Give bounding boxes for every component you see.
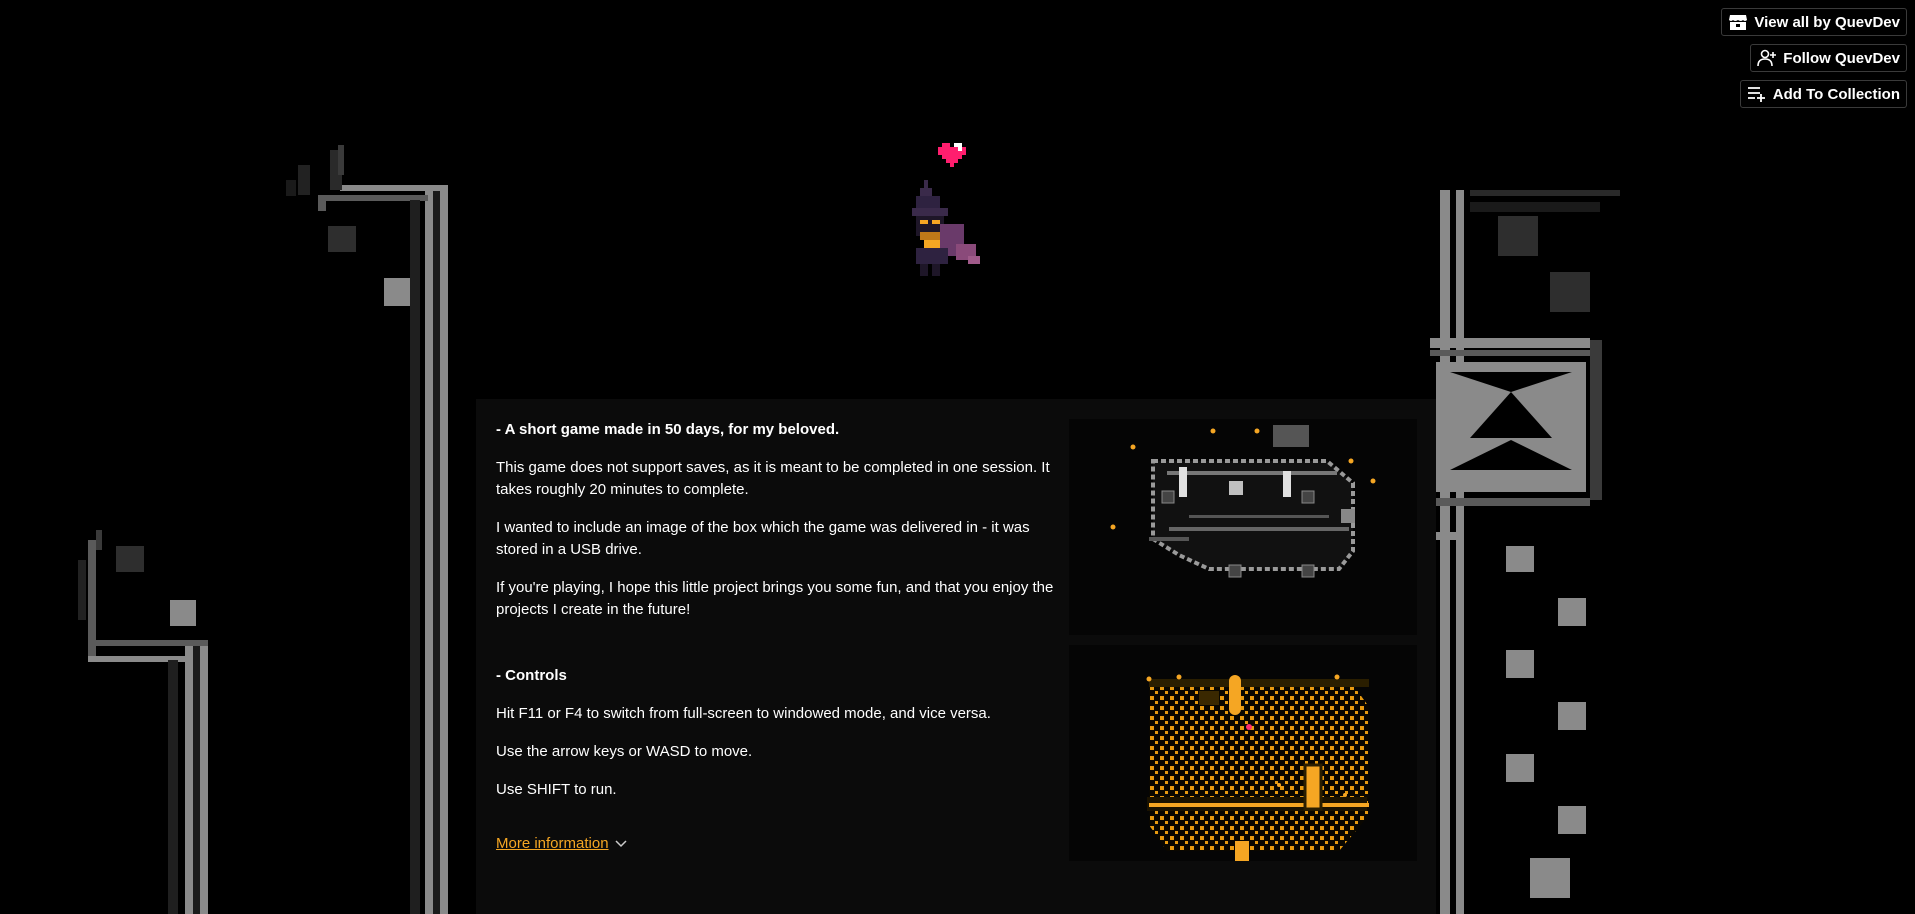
follow-button[interactable]: Follow QuevDev (1750, 44, 1907, 72)
follow-user-icon (1757, 49, 1777, 67)
right-pillar-art (1430, 0, 1630, 914)
game-description-panel: - A short game made in 50 days, for my b… (476, 399, 1436, 914)
control-move: Use the arrow keys or WASD to move. (496, 743, 753, 760)
follow-label: Follow QuevDev (1783, 49, 1900, 67)
add-to-collection-label: Add To Collection (1772, 85, 1900, 103)
control-fullscreen: Hit F11 or F4 to switch from full-screen… (496, 705, 991, 722)
intro-heading: - A short game made in 50 days, for my b… (496, 421, 840, 438)
add-to-collection-icon (1747, 85, 1767, 103)
view-all-label: View all by QuevDev (1754, 13, 1900, 31)
screenshot-1[interactable] (1069, 419, 1417, 635)
view-all-button[interactable]: View all by QuevDev (1721, 8, 1907, 36)
character-sprite (908, 136, 1008, 286)
heart-icon (938, 142, 966, 173)
controls-heading: - Controls (496, 667, 567, 684)
saves-paragraph: This game does not support saves, as it … (496, 459, 1050, 498)
more-information-label: More information (496, 835, 609, 852)
box-paragraph: I wanted to include an image of the box … (496, 519, 1030, 558)
add-to-collection-button[interactable]: Add To Collection (1739, 80, 1907, 108)
screenshot-2[interactable] (1069, 645, 1417, 861)
fun-paragraph: If you're playing, I hope this little pr… (496, 579, 1054, 618)
formatted-description: - A short game made in 50 days, for my b… (496, 419, 1056, 855)
itchio-icon (1728, 13, 1748, 31)
more-information-link[interactable]: More information (496, 833, 627, 855)
screenshot-list (1069, 419, 1417, 871)
chevron-down-icon (615, 833, 627, 855)
left-pillar-art (0, 0, 460, 914)
game-page: View all by QuevDev Follow QuevDev Add T… (0, 0, 1915, 914)
user-tools: View all by QuevDev Follow QuevDev Add T… (1721, 8, 1907, 108)
control-run: Use SHIFT to run. (496, 781, 617, 798)
